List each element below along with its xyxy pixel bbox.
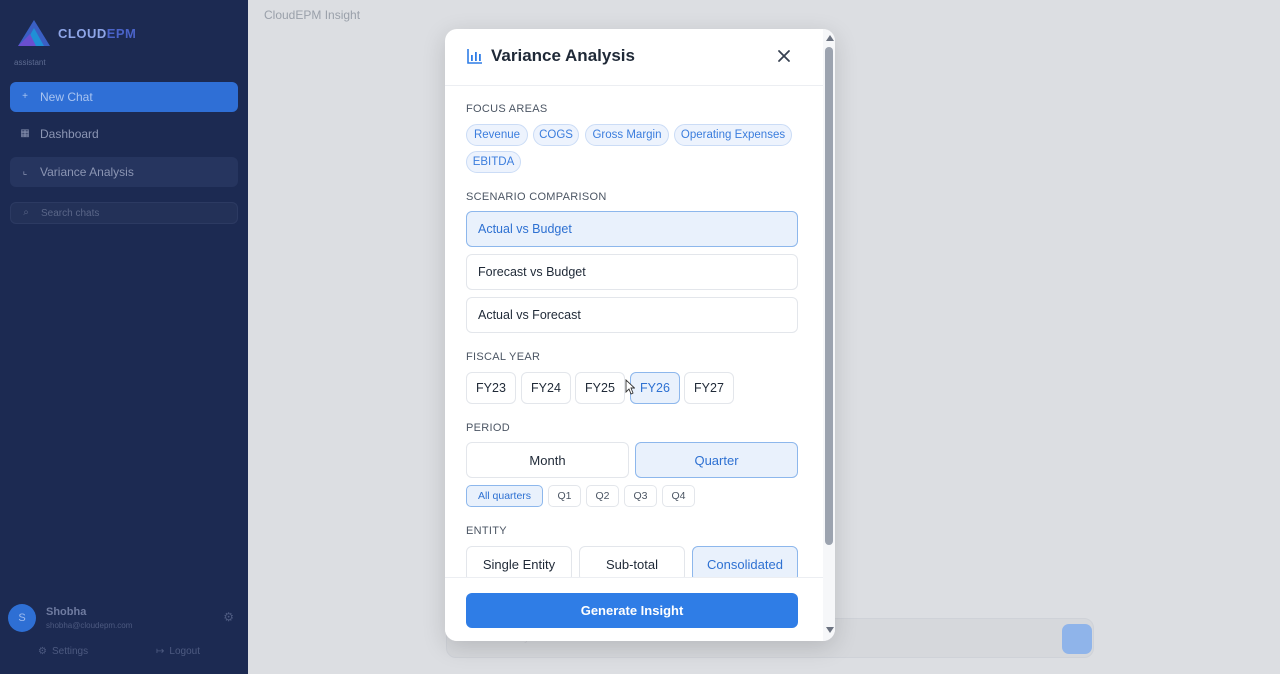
logout-link[interactable]: ↦ Logout — [156, 646, 200, 657]
scenario-forecast-vs-budget[interactable]: Forecast vs Budget — [466, 254, 798, 290]
sidebar-item-variance-analysis[interactable]: ⌞ Variance Analysis — [10, 157, 238, 187]
search-placeholder: Search chats — [41, 207, 100, 219]
focus-chip-cogs[interactable]: COGS — [533, 124, 579, 146]
bar-chart-icon — [467, 49, 482, 64]
fy-option-fy23[interactable]: FY23 — [466, 372, 516, 404]
focus-chip-operating-expenses[interactable]: Operating Expenses — [674, 124, 792, 146]
fy-option-fy27[interactable]: FY27 — [684, 372, 734, 404]
settings-label: Settings — [51, 646, 89, 657]
avatar: S — [8, 604, 36, 632]
logo-subtitle: assistant — [14, 58, 46, 67]
fy-option-fy24[interactable]: FY24 — [521, 372, 571, 404]
chart-icon: ⌞ — [22, 166, 28, 177]
focus-chip-gross-margin[interactable]: Gross Margin — [585, 124, 669, 146]
quarter-q1[interactable]: Q1 — [548, 485, 581, 507]
logo-mark-icon — [18, 20, 50, 46]
sidebar-item-label: Dashboard — [40, 127, 99, 141]
search-chats-input[interactable]: ⌕ Search chats — [10, 202, 238, 224]
search-icon: ⌕ — [23, 207, 29, 218]
period-month[interactable]: Month — [466, 442, 629, 478]
quarter-all[interactable]: All quarters — [466, 485, 543, 507]
quarter-q2[interactable]: Q2 — [586, 485, 619, 507]
modal-header: Variance Analysis — [445, 29, 823, 86]
entity-label: ENTITY — [466, 525, 507, 537]
scroll-thumb[interactable] — [825, 47, 833, 545]
scenario-actual-vs-forecast[interactable]: Actual vs Forecast — [466, 297, 798, 333]
variance-analysis-modal: Variance Analysis FOCUS AREAS Revenue CO… — [445, 29, 835, 641]
logo: CLOUDEPM — [16, 18, 136, 48]
user-profile[interactable]: S Shobha shobha@cloudepm.com ⚙ — [8, 602, 240, 634]
plus-icon: + — [22, 91, 28, 102]
grid-icon: ▦ — [20, 128, 30, 139]
page-title: CloudEPM Insight — [264, 8, 361, 22]
mouse-cursor-icon — [625, 379, 635, 395]
logout-icon: ↦ — [156, 646, 165, 657]
settings-link[interactable]: ⚙ Settings — [38, 646, 88, 657]
generate-insight-button[interactable]: Generate Insight — [466, 593, 798, 628]
user-name: Shobha — [46, 606, 87, 618]
settings-icon: ⚙ — [38, 646, 47, 657]
fy-option-fy26[interactable]: FY26 — [630, 372, 680, 404]
quarter-q3[interactable]: Q3 — [624, 485, 657, 507]
fy-option-fy25[interactable]: FY25 — [575, 372, 625, 404]
close-icon[interactable] — [775, 47, 793, 65]
send-button[interactable] — [1062, 624, 1092, 654]
new-chat-button[interactable]: + New Chat — [10, 82, 238, 112]
scenario-actual-vs-budget[interactable]: Actual vs Budget — [466, 211, 798, 247]
modal-title: Variance Analysis — [491, 46, 635, 65]
user-email: shobha@cloudepm.com — [46, 621, 133, 630]
sidebar: CLOUDEPM assistant + New Chat ▦ Dashboar… — [0, 0, 248, 674]
modal-footer: Generate Insight — [445, 577, 823, 641]
logo-text-accent: EPM — [106, 25, 137, 41]
scroll-down-arrow-icon[interactable] — [826, 627, 834, 633]
quarter-q4[interactable]: Q4 — [662, 485, 695, 507]
fiscal-year-label: FISCAL YEAR — [466, 351, 541, 363]
focus-areas-label: FOCUS AREAS — [466, 103, 548, 115]
focus-chip-ebitda[interactable]: EBITDA — [466, 151, 521, 173]
sidebar-item-label: Variance Analysis — [40, 165, 134, 179]
scenario-label: SCENARIO COMPARISON — [466, 191, 607, 203]
gear-icon[interactable]: ⚙ — [223, 610, 234, 624]
period-quarter[interactable]: Quarter — [635, 442, 798, 478]
new-chat-label: New Chat — [40, 90, 93, 104]
scroll-up-arrow-icon[interactable] — [826, 35, 834, 41]
focus-chip-revenue[interactable]: Revenue — [466, 124, 528, 146]
logo-text: CLOUD — [58, 25, 107, 41]
period-label: PERIOD — [466, 422, 510, 434]
sidebar-item-dashboard[interactable]: ▦ Dashboard — [10, 119, 238, 149]
modal-scrollbar[interactable] — [823, 29, 835, 641]
logout-label: Logout — [169, 646, 200, 657]
